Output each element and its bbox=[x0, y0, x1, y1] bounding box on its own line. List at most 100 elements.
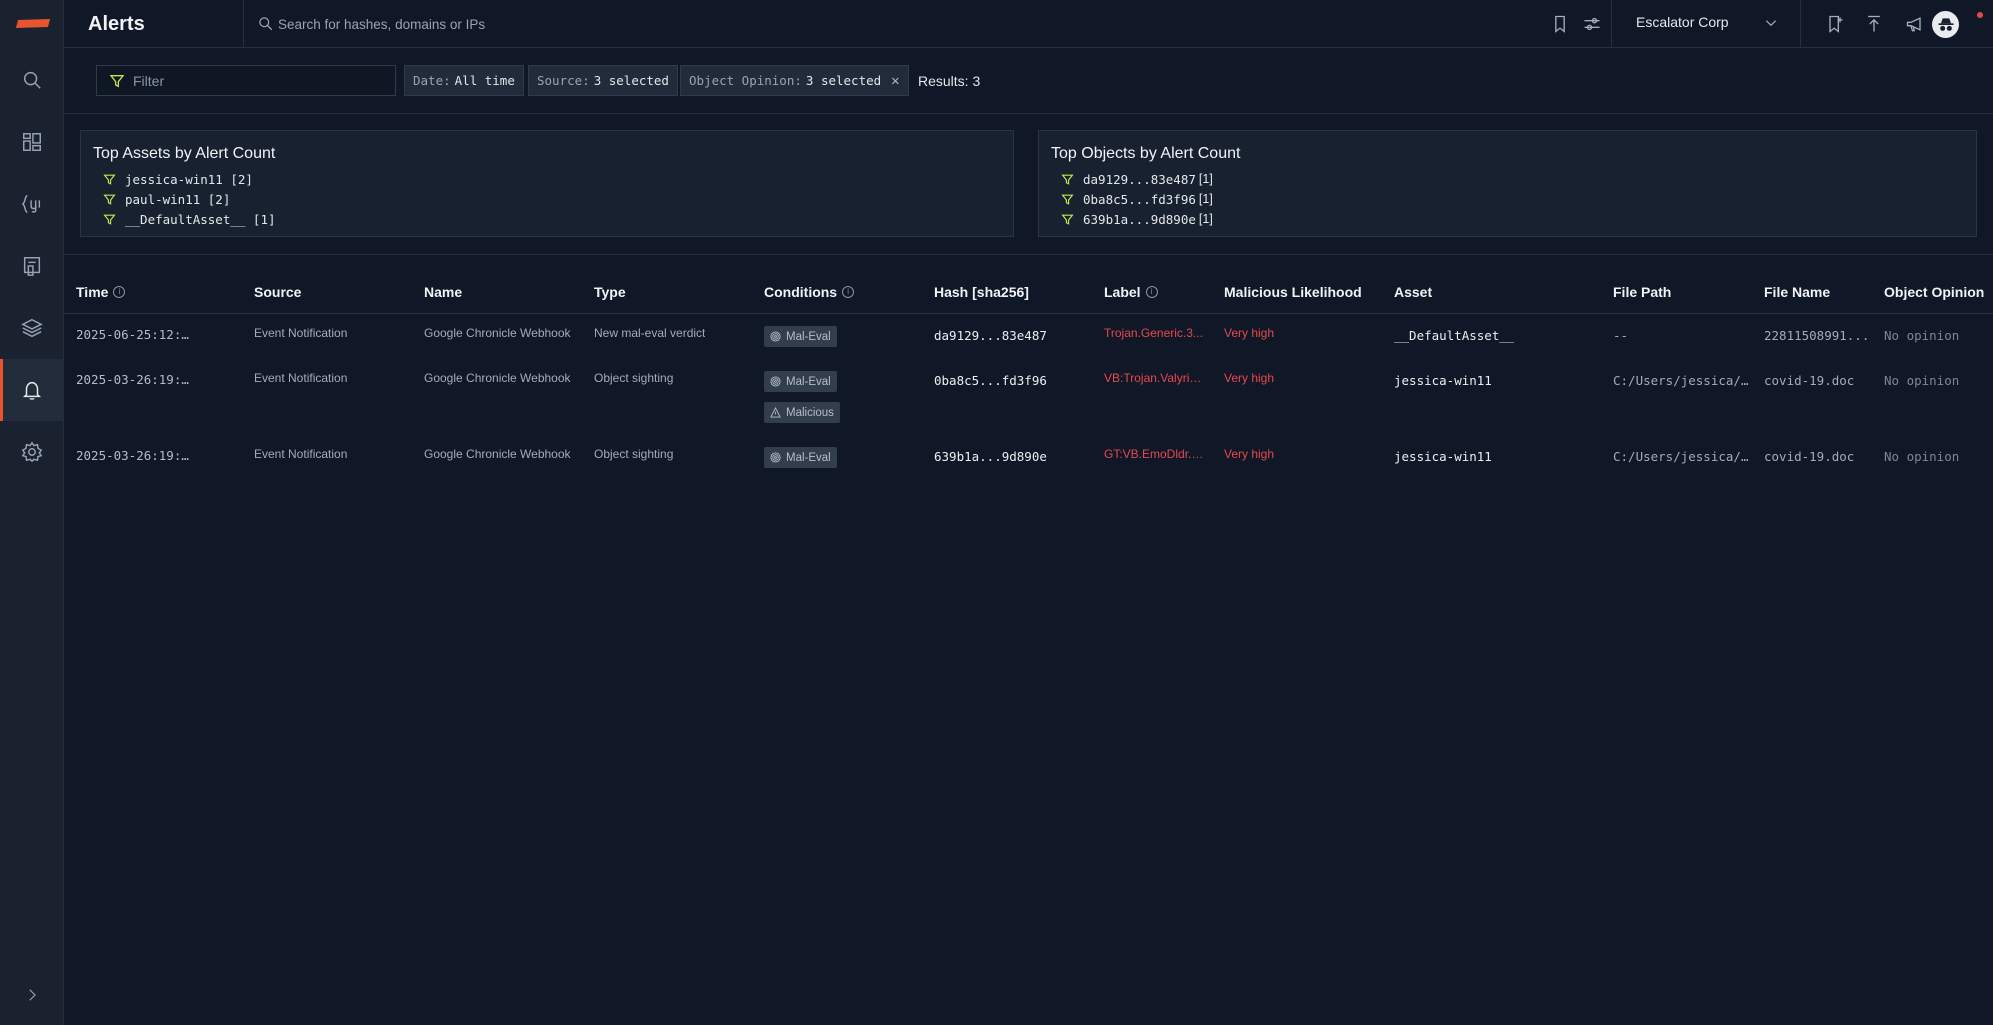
cell-file-path: -- bbox=[1613, 328, 1629, 343]
cell-hash[interactable]: 639b1a...9d890e bbox=[934, 449, 1047, 464]
warning-icon bbox=[770, 407, 781, 418]
column-header-hash[interactable]: Hash [sha256] bbox=[934, 284, 1029, 300]
nav-dashboard[interactable] bbox=[0, 111, 64, 173]
info-icon[interactable]: i bbox=[113, 286, 126, 298]
chevron-right-icon bbox=[29, 989, 36, 1001]
cell-likelihood: Very high bbox=[1224, 326, 1275, 340]
column-label: Time bbox=[76, 284, 109, 300]
cell-file-path: C:/Users/jessica/... bbox=[1613, 449, 1753, 464]
column-header-type[interactable]: Type bbox=[594, 284, 626, 300]
top-asset-label: __DefaultAsset__ [1] bbox=[125, 211, 276, 227]
nav-layers[interactable] bbox=[0, 297, 64, 359]
object-opinion-filter-chip[interactable]: Object Opinion: 3 selected ✕ bbox=[680, 65, 909, 96]
top-object-item[interactable]: 639b1a...9d890e [1] bbox=[1061, 209, 1213, 229]
column-header-label[interactable]: Label i bbox=[1104, 284, 1158, 300]
global-search-input[interactable] bbox=[278, 12, 878, 36]
column-header-time[interactable]: Time i bbox=[76, 284, 126, 300]
cell-asset[interactable]: jessica-win11 bbox=[1394, 373, 1492, 388]
column-header-conditions[interactable]: Conditions i bbox=[764, 284, 855, 300]
column-header-object-opinion[interactable]: Object Opinion bbox=[1884, 284, 1984, 300]
announcements-button[interactable] bbox=[1905, 14, 1925, 34]
panel-title: Top Objects by Alert Count bbox=[1051, 145, 1241, 162]
nav-yara-rules[interactable] bbox=[0, 173, 64, 235]
column-header-file-name[interactable]: File Name bbox=[1764, 284, 1830, 300]
column-header-source[interactable]: Source bbox=[254, 284, 301, 300]
gear-icon bbox=[21, 441, 43, 463]
filter-bar: Date: All time Source: 3 selected Object… bbox=[64, 48, 1993, 114]
cell-asset[interactable]: __DefaultAsset__ bbox=[1394, 328, 1514, 343]
left-nav bbox=[0, 0, 64, 1025]
nav-reports[interactable] bbox=[0, 235, 64, 297]
filter-input[interactable] bbox=[133, 71, 383, 91]
condition-label: Mal-Eval bbox=[786, 451, 831, 464]
target-icon bbox=[770, 376, 781, 387]
cell-hash[interactable]: da9129...83e487 bbox=[934, 328, 1047, 343]
condition-badge: Mal-Eval bbox=[764, 371, 837, 392]
brand-logo[interactable] bbox=[16, 19, 50, 28]
cell-time: 2025-06-25:12:37: bbox=[76, 327, 194, 342]
cell-source: Event Notification bbox=[254, 371, 348, 385]
cell-object-opinion: No opinion bbox=[1884, 328, 1960, 343]
condition-badge: Malicious bbox=[764, 402, 840, 423]
cell-hash[interactable]: 0ba8c5...fd3f96 bbox=[934, 373, 1047, 388]
cell-time: 2025-03-26:19:44: bbox=[76, 372, 194, 387]
info-icon[interactable]: i bbox=[842, 286, 855, 298]
top-header: Alerts Escalator Corp bbox=[64, 0, 1993, 48]
cell-name: Google Chronicle Webhook bbox=[424, 371, 571, 385]
column-header-asset[interactable]: Asset bbox=[1394, 284, 1432, 300]
saved-items-button[interactable] bbox=[1825, 14, 1845, 34]
cell-type: Object sighting bbox=[594, 371, 674, 385]
target-icon bbox=[770, 331, 781, 342]
top-object-item[interactable]: da9129...83e487 [1] bbox=[1061, 169, 1213, 189]
bookmark-button[interactable] bbox=[1550, 14, 1570, 34]
cell-name: Google Chronicle Webhook bbox=[424, 326, 571, 340]
user-avatar[interactable] bbox=[1932, 11, 1959, 38]
layers-icon bbox=[21, 318, 43, 338]
upload-icon bbox=[1868, 15, 1880, 32]
nav-search[interactable] bbox=[0, 49, 64, 111]
top-asset-item[interactable]: jessica-win11 [2] bbox=[103, 169, 253, 189]
column-label: File Name bbox=[1764, 284, 1831, 300]
cell-file-path: C:/Users/jessica/... bbox=[1613, 373, 1753, 388]
top-assets-panel: Top Assets by Alert Count jessica-win11 … bbox=[80, 130, 1014, 237]
cell-object-opinion: No opinion bbox=[1884, 449, 1960, 464]
cell-label: VB:Trojan.Valyria... bbox=[1104, 371, 1204, 385]
top-object-hash: 639b1a...9d890e bbox=[1083, 211, 1196, 227]
filter-icon bbox=[1061, 194, 1074, 205]
chip-key: Date: bbox=[413, 73, 451, 88]
cell-asset[interactable]: jessica-win11 bbox=[1394, 449, 1492, 464]
nav-alerts[interactable] bbox=[0, 359, 64, 421]
top-asset-item[interactable]: __DefaultAsset__ [1] bbox=[103, 209, 276, 229]
cell-type: Object sighting bbox=[594, 447, 674, 461]
chevron-down-icon[interactable] bbox=[1764, 16, 1778, 30]
column-header-name[interactable]: Name bbox=[424, 284, 462, 300]
nav-settings[interactable] bbox=[0, 421, 64, 483]
bookmark-icon bbox=[1555, 15, 1565, 33]
column-header-file-path[interactable]: File Path bbox=[1613, 284, 1671, 300]
column-label: Hash [sha256] bbox=[934, 284, 1029, 300]
results-count: Results: 3 bbox=[918, 73, 981, 89]
source-filter-chip[interactable]: Source: 3 selected bbox=[528, 65, 678, 96]
filter-icon bbox=[103, 214, 116, 225]
date-filter-chip[interactable]: Date: All time bbox=[404, 65, 524, 96]
condition-badge: Mal-Eval bbox=[764, 447, 837, 468]
filter-field[interactable] bbox=[96, 65, 396, 96]
top-asset-item[interactable]: paul-win11 [2] bbox=[103, 189, 230, 209]
chip-key: Source: bbox=[537, 73, 590, 88]
info-icon[interactable]: i bbox=[1145, 286, 1158, 298]
upload-button[interactable] bbox=[1864, 14, 1884, 34]
close-icon[interactable]: ✕ bbox=[891, 73, 899, 89]
megaphone-icon bbox=[1906, 17, 1921, 32]
org-selector[interactable]: Escalator Corp bbox=[1636, 14, 1729, 30]
filters-settings-button[interactable] bbox=[1582, 14, 1602, 34]
cell-source: Event Notification bbox=[254, 447, 348, 461]
top-objects-panel: Top Objects by Alert Count da9129...83e4… bbox=[1038, 130, 1977, 237]
nav-expand[interactable] bbox=[0, 964, 64, 1025]
top-object-count: [1] bbox=[1198, 212, 1213, 226]
column-header-malicious-likelihood[interactable]: Malicious Likelihood bbox=[1224, 284, 1362, 300]
cell-label: Trojan.Generic.3... bbox=[1104, 326, 1203, 340]
top-object-item[interactable]: 0ba8c5...fd3f96 [1] bbox=[1061, 189, 1213, 209]
column-label: Name bbox=[424, 284, 463, 300]
top-object-count: [1] bbox=[1198, 172, 1213, 186]
header-divider bbox=[1611, 0, 1612, 48]
